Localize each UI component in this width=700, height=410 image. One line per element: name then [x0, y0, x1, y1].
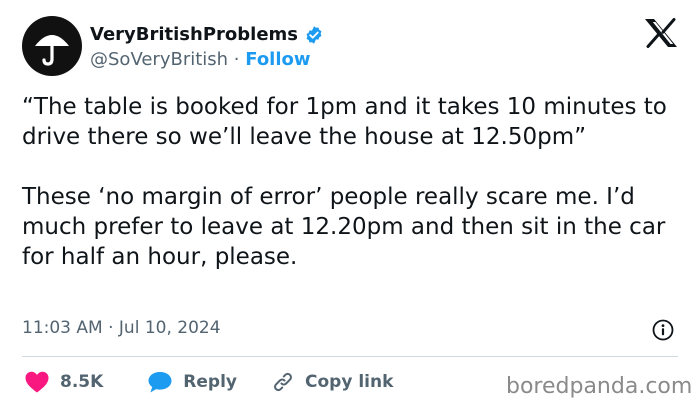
reply-bubble-icon — [148, 372, 172, 393]
tweet-text: “The table is booked for 1pm and it take… — [22, 92, 682, 272]
follow-button[interactable]: Follow — [245, 49, 310, 70]
heart-icon — [25, 371, 49, 393]
like-count: 8.5K — [60, 372, 104, 392]
avatar[interactable] — [22, 16, 82, 76]
handle-separator: · — [228, 49, 246, 70]
copy-link-button[interactable]: Copy link — [271, 370, 393, 394]
verified-badge-icon — [304, 25, 324, 45]
x-logo-icon[interactable] — [644, 18, 678, 48]
like-button[interactable]: 8.5K — [24, 370, 147, 394]
umbrella-icon — [35, 35, 69, 66]
author-handle-row: @SoVeryBritish · Follow — [90, 49, 311, 70]
author-handle[interactable]: @SoVeryBritish — [90, 49, 228, 70]
watermark: boredpanda.com — [506, 374, 693, 399]
action-bar: 8.5K Reply Copy link — [24, 370, 393, 394]
tweet-paragraph: These ‘no margin of error’ people really… — [22, 184, 666, 270]
copy-link-label: Copy link — [305, 372, 394, 392]
link-icon — [274, 372, 292, 392]
reply-button[interactable]: Reply — [147, 370, 271, 394]
author-name-row: VeryBritishProblems — [90, 24, 324, 45]
tweet-paragraph: “The table is booked for 1pm and it take… — [22, 94, 667, 150]
author-display-name[interactable]: VeryBritishProblems — [90, 24, 298, 45]
reply-label: Reply — [183, 372, 237, 392]
divider — [22, 356, 678, 357]
tweet-timestamp[interactable]: 11:03 AM · Jul 10, 2024 — [22, 318, 221, 338]
info-icon[interactable] — [652, 319, 674, 341]
